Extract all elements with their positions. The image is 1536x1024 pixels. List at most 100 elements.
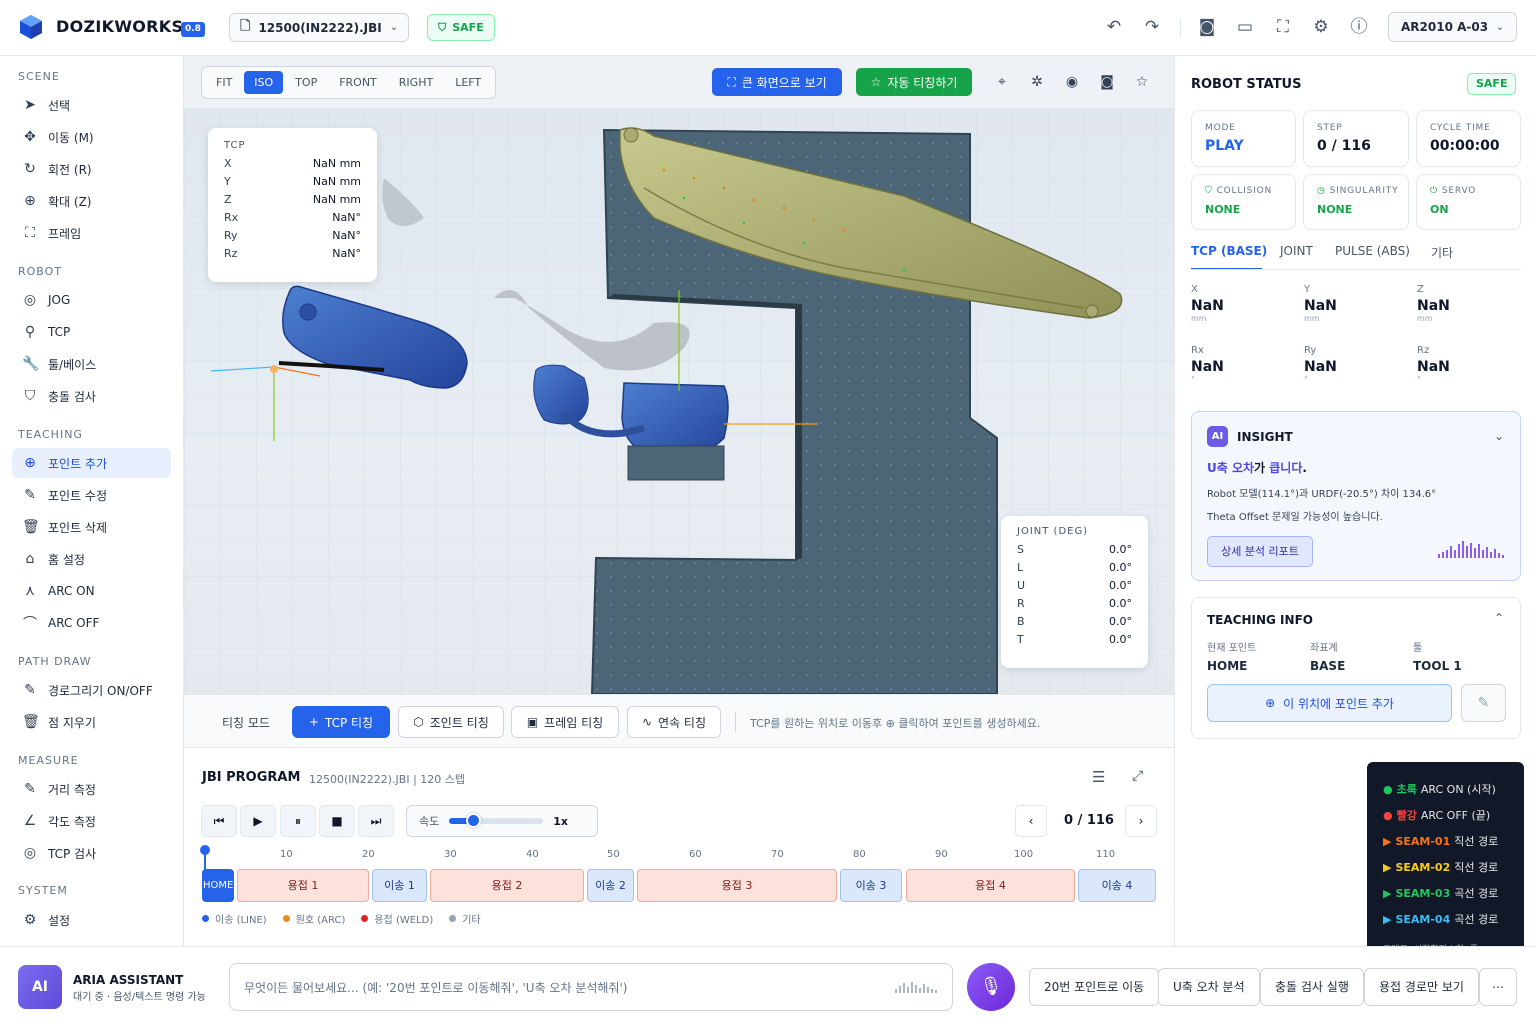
sidebar-item-angle[interactable]: ∠ 각도 측정 [12, 806, 171, 836]
sidebar-item-arc-on[interactable]: ⋏ ARC ON [12, 576, 171, 606]
view-iso-button[interactable]: ISO [244, 71, 284, 94]
hexagon-icon: ⬡ [413, 715, 424, 729]
more-icon[interactable]: ⋯ [1479, 968, 1517, 1006]
tab-joint[interactable]: JOINT [1280, 244, 1313, 258]
quick-action-u-axis[interactable]: U축 오차 분석 [1158, 968, 1260, 1006]
segment-weld-3[interactable]: 용접 3 [637, 869, 837, 902]
view-front-button[interactable]: FRONT [329, 71, 387, 94]
fullscreen-icon[interactable]: ⛶ [1272, 16, 1294, 38]
sidebar-item-edit-point[interactable]: ✎ 포인트 수정 [12, 480, 171, 510]
robot-selector[interactable]: AR2010 A-03 ⌄ [1388, 12, 1517, 42]
sidebar-item-add-point[interactable]: ⊕ 포인트 추가 [12, 448, 171, 478]
help-icon[interactable]: ⓘ [1348, 16, 1370, 38]
segment-move-3[interactable]: 이송 3 [840, 869, 902, 902]
frame-teach-button[interactable]: ▣ 프레임 티칭 [511, 706, 619, 738]
speed-slider-handle[interactable] [465, 813, 481, 828]
view-fit-button[interactable]: FIT [206, 71, 242, 94]
microphone-icon[interactable]: 🎙 [967, 963, 1015, 1011]
assistant-input[interactable]: 무엇이든 물어보세요... (예: '20번 포인트로 이동해줘', 'U축 오… [229, 963, 953, 1011]
expand-icon[interactable]: ⤢ [1132, 768, 1143, 784]
pause-button[interactable]: ⏸ [280, 805, 316, 837]
segment-move-1[interactable]: 이송 1 [372, 869, 427, 902]
big-screen-button[interactable]: ⛶ 큰 화면으로 보기 [712, 68, 842, 96]
continuous-teach-button[interactable]: ∿ 연속 티칭 [627, 706, 721, 738]
prev-step-button[interactable]: ‹ [1015, 805, 1047, 837]
edit-icon[interactable]: ✎ [1461, 684, 1506, 722]
joint-row-s: S 0.0° [1017, 543, 1132, 561]
segment-move-4[interactable]: 이송 4 [1078, 869, 1156, 902]
chevron-down-icon[interactable]: ⌄ [1494, 429, 1504, 443]
timeline-tick: 110 [1096, 849, 1116, 860]
tcp-value: NaN° [332, 229, 361, 242]
tcp-teach-button[interactable]: + TCP 티칭 [292, 706, 390, 738]
sidebar-item-settings[interactable]: ⚙ 설정 [12, 905, 171, 935]
sidebar-item-select[interactable]: ➤ 선택 [12, 90, 171, 120]
undo-icon[interactable]: ↶ [1103, 16, 1125, 38]
timeline-tick: 100 [1014, 849, 1034, 860]
quick-action-weld-path[interactable]: 용접 경로만 보기 [1364, 968, 1479, 1006]
chevron-up-icon[interactable]: ⌃ [1494, 611, 1504, 625]
timeline-cursor-knob[interactable] [200, 845, 210, 855]
sidebar-item-tcp[interactable]: ⚲ TCP [12, 317, 171, 347]
sidebar-item-path-toggle[interactable]: ✎ 경로그리기 ON/OFF [12, 675, 171, 705]
star-icon[interactable]: ☆ [1133, 73, 1151, 91]
gear-icon[interactable]: ⚙ [1310, 16, 1332, 38]
sidebar-item-home[interactable]: ⌂ 홈 설정 [12, 544, 171, 574]
sidebar-item-label: 포인트 추가 [48, 456, 108, 471]
move-icon: ✥ [24, 129, 36, 145]
crosshair-icon[interactable]: ⌖ [993, 73, 1011, 91]
tab-tcp-base[interactable]: TCP (BASE) [1191, 244, 1267, 258]
camera-icon[interactable]: ◙ [1098, 73, 1116, 91]
version-badge: 0.8 [181, 22, 205, 37]
frame-icon: ⛶ [25, 225, 35, 241]
sidebar-item-frame[interactable]: ⛶ 프레임 [12, 218, 171, 248]
sidebar-item-delete-point[interactable]: 🗑 포인트 삭제 [12, 512, 171, 542]
camera-icon[interactable]: ◙ [1196, 16, 1218, 38]
cycle-value: 00:00:00 [1430, 138, 1500, 154]
segment-move-2[interactable]: 이송 2 [587, 869, 634, 902]
quick-action-move-20[interactable]: 20번 포인트로 이동 [1029, 968, 1160, 1006]
sidebar-item-jog[interactable]: ◎ JOG [12, 285, 171, 315]
sidebar-item-erase-points[interactable]: 🗑 점 지우기 [12, 707, 171, 737]
skip-end-button[interactable]: ⏭ [358, 805, 394, 837]
tcp-row-y: Y NaN mm [224, 175, 361, 193]
focus-icon[interactable]: ✲ [1028, 73, 1046, 91]
view-left-button[interactable]: LEFT [445, 71, 491, 94]
segment-weld-1[interactable]: 용접 1 [237, 869, 369, 902]
view-top-button[interactable]: TOP [285, 71, 327, 94]
file-selector[interactable]: 🗋 12500(IN2222).JBI ⌄ [229, 13, 409, 42]
step-value: 0 / 116 [1317, 138, 1371, 154]
3d-viewport[interactable]: TCP X NaN mm Y NaN mm Z NaN mm Rx NaN° Ry NaN… [184, 108, 1174, 694]
segment-weld-2[interactable]: 용접 2 [430, 869, 584, 902]
next-step-button[interactable]: › [1125, 805, 1157, 837]
sidebar-item-zoom[interactable]: ⊕ 확대 (Z) [12, 186, 171, 216]
eye-icon[interactable]: ◉ [1063, 73, 1081, 91]
play-button[interactable]: ▶ [240, 805, 276, 837]
add-point-here-button[interactable]: ⊕ 이 위치에 포인트 추가 [1207, 684, 1452, 722]
view-right-button[interactable]: RIGHT [389, 71, 443, 94]
sidebar-item-distance[interactable]: ✎ 거리 측정 [12, 774, 171, 804]
tab-pulse[interactable]: PULSE (ABS) [1335, 244, 1410, 258]
redo-icon[interactable]: ↷ [1141, 16, 1163, 38]
list-icon[interactable]: ☰ [1092, 768, 1105, 786]
sidebar-item-collision[interactable]: ⛉ 충돌 검사 [12, 381, 171, 411]
video-icon[interactable]: ▭ [1234, 16, 1256, 38]
quick-action-collision[interactable]: 충돌 검사 실행 [1260, 968, 1364, 1006]
sidebar-item-tool-base[interactable]: 🔧 툴/베이스 [12, 349, 171, 379]
segment-weld-4[interactable]: 용접 4 [906, 869, 1075, 902]
joint-teach-button[interactable]: ⬡ 조인트 티칭 [398, 706, 504, 738]
skip-start-button[interactable]: ⏮ [201, 805, 237, 837]
jbi-program-panel: JBI PROGRAM 12500(IN2222).JBI | 120 스텝 ☰… [184, 748, 1174, 946]
auto-teach-button[interactable]: ☆ 자동 티칭하기 [856, 68, 972, 96]
speed-slider[interactable] [449, 813, 544, 828]
segment-home[interactable]: HOME [202, 869, 234, 902]
detail-report-button[interactable]: 상세 분석 리포트 [1207, 536, 1313, 567]
sidebar-item-arc-off[interactable]: ⌒ ARC OFF [12, 608, 171, 638]
big-screen-label: 큰 화면으로 보기 [741, 75, 827, 90]
sidebar-item-rotate[interactable]: ↻ 회전 (R) [12, 154, 171, 184]
cycle-card: CYCLE TIME 00:00:00 [1416, 110, 1521, 167]
sidebar-item-tcp-check[interactable]: ◎ TCP 검사 [12, 838, 171, 868]
tab-etc[interactable]: 기타 [1431, 244, 1453, 261]
sidebar-item-move[interactable]: ✥ 이동 (M) [12, 122, 171, 152]
stop-button[interactable]: ■ [319, 805, 355, 837]
